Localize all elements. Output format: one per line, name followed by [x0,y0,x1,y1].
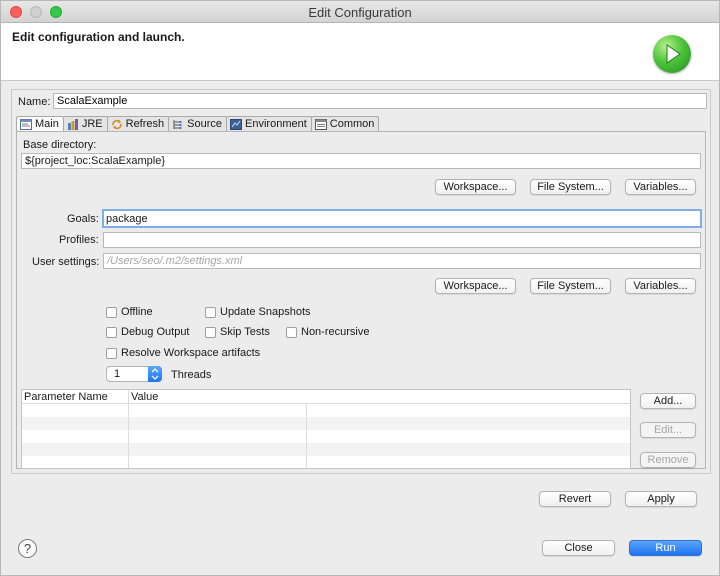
jre-icon [67,118,79,130]
resolve-workspace-label: Resolve Workspace artifacts [121,347,261,359]
column-divider [306,404,307,468]
tab-environment-label: Environment [245,118,307,130]
column-header-parameter-name[interactable]: Parameter Name [24,391,108,403]
resolve-workspace-checkbox[interactable] [106,348,117,359]
revert-button[interactable]: Revert [539,491,611,507]
goals-input[interactable] [102,209,702,228]
help-icon[interactable]: ? [18,539,37,558]
base-directory-input[interactable] [21,153,701,169]
debug-output-checkbox[interactable] [106,327,117,338]
tab-source-label: Source [187,118,223,130]
name-input[interactable] [53,93,707,109]
apply-button[interactable]: Apply [625,491,697,507]
tab-jre-label: JRE [81,118,103,130]
table-row[interactable] [22,417,630,430]
profiles-label: Profiles: [59,234,99,246]
tab-common-label: Common [329,118,375,130]
table-row[interactable] [22,430,630,443]
title-bar[interactable]: Edit Configuration [1,1,719,23]
non-recursive-label: Non-recursive [301,326,370,338]
remove-parameter-button[interactable]: Remove [640,452,696,468]
column-header-value[interactable]: Value [131,391,158,403]
run-button[interactable]: Run [629,540,702,556]
user-settings-label: User settings: [32,256,100,268]
dialog-header: Edit configuration and launch. [1,23,719,81]
workspace-button-settings[interactable]: Workspace... [435,278,516,294]
refresh-icon [111,119,123,130]
table-row[interactable] [22,456,630,468]
tab-refresh[interactable]: Refresh [106,116,170,131]
update-snapshots-checkbox[interactable] [205,307,216,318]
source-icon [172,119,184,130]
tab-source[interactable]: Source [168,116,228,131]
threads-select[interactable]: 1 [106,366,162,382]
add-parameter-button[interactable]: Add... [640,393,696,409]
file-system-button-settings[interactable]: File System... [530,278,611,294]
table-header: Parameter Name Value [22,390,630,404]
edit-parameter-button[interactable]: Edit... [640,422,696,438]
goals-label: Goals: [67,213,99,225]
name-label: Name: [18,96,51,108]
close-button[interactable]: Close [542,540,615,556]
table-row[interactable] [22,443,630,456]
threads-label: Threads [171,369,212,381]
threads-value: 1 [114,368,121,380]
chevron-up-down-icon[interactable] [148,366,162,382]
environment-icon [230,118,243,130]
user-settings-input[interactable] [103,253,701,269]
debug-output-label: Debug Output [121,326,190,338]
parameters-table[interactable]: Parameter Name Value [21,389,631,469]
run-launch-icon [653,35,691,73]
non-recursive-checkbox[interactable] [286,327,297,338]
skip-tests-checkbox[interactable] [205,327,216,338]
update-snapshots-label: Update Snapshots [220,306,311,318]
variables-button-settings[interactable]: Variables... [625,278,696,294]
offline-checkbox[interactable] [106,307,117,318]
skip-tests-label: Skip Tests [220,326,270,338]
tab-jre[interactable]: JRE [62,116,108,131]
edit-configuration-dialog: Edit Configuration Edit configuration an… [0,0,720,576]
tab-bar: Main JRE Refresh Source Environment Comm… [16,116,380,131]
tab-common[interactable]: Common [310,116,380,131]
main-tab-icon [20,118,32,130]
file-system-button-base[interactable]: File System... [530,179,611,195]
tab-refresh-label: Refresh [125,118,165,130]
tab-main[interactable]: Main [16,116,64,131]
table-row[interactable] [22,404,630,417]
offline-label: Offline [121,306,153,318]
base-directory-label: Base directory: [23,139,97,151]
profiles-input[interactable] [103,232,701,248]
column-divider [128,390,129,468]
window-title: Edit Configuration [308,5,412,20]
tab-environment[interactable]: Environment [226,116,312,131]
header-title: Edit configuration and launch. [12,30,185,44]
tab-main-label: Main [35,118,59,130]
common-icon [314,118,327,130]
variables-button-base[interactable]: Variables... [625,179,696,195]
workspace-button-base[interactable]: Workspace... [435,179,516,195]
